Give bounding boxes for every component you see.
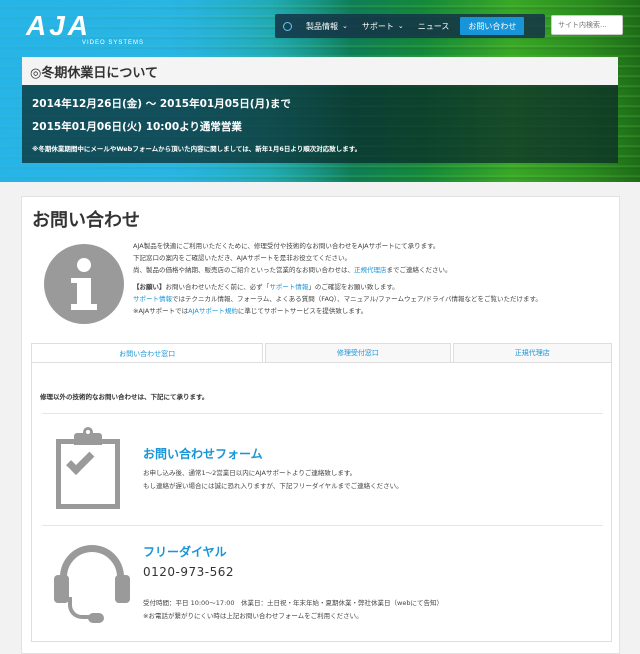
tab-contact-desk[interactable]: お問い合わせ窓口: [31, 343, 264, 363]
tab-repair-desk[interactable]: 修理受付窓口: [265, 343, 451, 363]
logo-text: AJA: [26, 10, 92, 41]
chevron-down-icon: ⌄: [397, 22, 404, 30]
aja-logo[interactable]: AJA VIDEO SYSTEMS: [26, 10, 146, 47]
notice-note: ※冬期休業期間中にメールやWebフォームから頂いた内容に関しましては、新年1月6…: [32, 145, 362, 153]
free-dial-desc: 受付時間：平日 10:00～17:00 休業日：土日祝・年末年始・夏期休業・弊社…: [143, 597, 443, 623]
free-dial-title: フリーダイヤル: [143, 545, 227, 559]
info-icon: [44, 244, 124, 324]
intro-line: サポート情報ではテクニカル情報、フォーラム、よくある質問（FAQ）、マニュアル/…: [133, 293, 613, 305]
page-title: お問い合わせ: [32, 210, 140, 231]
chevron-down-icon: ⌄: [342, 22, 348, 30]
notice-title: ◎冬期休業日について: [30, 65, 158, 81]
intro-line: ※AJAサポートではAJAサポート規約に準じてサポートサービスを提供致します。: [133, 305, 613, 317]
intro-fragment: ※AJAサポートでは: [133, 307, 189, 315]
intro-fragment: お問い合わせいただく前に、必ず「: [165, 283, 270, 291]
nav-item-label: サポート: [361, 21, 394, 31]
site-search-input[interactable]: [551, 15, 623, 35]
nav-item-label: ニュース: [417, 21, 450, 31]
intro-line: AJA製品を快適にご利用いただくために、修理受付や技術的なお問い合わせをAJAサ…: [133, 242, 440, 250]
divider: [42, 525, 603, 526]
tab-dealers[interactable]: 正規代理店: [452, 343, 612, 363]
support-info-link[interactable]: サポート情報: [133, 295, 172, 303]
panel-lead: 修理以外の技術的なお問い合わせは、下記にて承ります。: [40, 393, 209, 401]
holiday-notice: ◎冬期休業日について 2014年12月26日(金) ～ 2015年01月05日(…: [22, 57, 618, 163]
notice-period: 2014年12月26日(金) ～ 2015年01月05日(月)まで: [32, 98, 291, 110]
nav-item-products[interactable]: 製品情報 ⌄: [299, 14, 355, 38]
phone-number[interactable]: 0120-973-562: [143, 565, 234, 579]
request-label: 【お願い】: [133, 283, 166, 291]
desc-line: もし連絡が遅い場合には誠に恐れ入りますが、下記フリーダイヤルまでご連絡ください。: [143, 482, 403, 490]
contact-tabs: お問い合わせ窓口 修理受付窓口 正規代理店: [31, 343, 612, 363]
contact-form-link[interactable]: お問い合わせフォーム: [143, 445, 263, 462]
nav-item-label: 製品情報: [306, 21, 338, 31]
clipboard-check-icon: [52, 427, 124, 511]
divider: [42, 413, 603, 414]
headset-icon: [54, 545, 130, 629]
desc-line: お申し込み後、通常1～2営業日以内にAJAサポートよりご連絡致します。: [143, 469, 357, 477]
notice-title-bar: ◎冬期休業日について: [22, 57, 618, 85]
support-info-link[interactable]: サポート情報: [269, 283, 308, 291]
notice-resume: 2015年01月06日(火) 10:00より通常営業: [32, 121, 242, 133]
intro-fragment: に準じてサポートサービスを提供致します。: [237, 307, 368, 315]
nav-contact-button[interactable]: お問い合わせ: [460, 17, 525, 35]
main-nav: 製品情報 ⌄ サポート ⌄ ニュース お問い合わせ: [275, 14, 545, 38]
contact-form-desc: お申し込み後、通常1～2営業日以内にAJAサポートよりご連絡致します。 もし連絡…: [143, 467, 403, 493]
contact-card: お問い合わせ AJA製品を快適にご利用いただくために、修理受付や技術的なお問い合…: [21, 196, 620, 654]
support-terms-link[interactable]: AJAサポート規約: [188, 307, 238, 315]
dealer-link[interactable]: 正規代理店: [354, 266, 387, 274]
logo-subtitle: VIDEO SYSTEMS: [82, 40, 145, 46]
nav-item-news[interactable]: ニュース: [411, 14, 457, 38]
desc-line: ※お電話が繋がりにくい時は上記お問い合わせフォームをご利用ください。: [143, 612, 363, 620]
nav-item-support[interactable]: サポート ⌄: [355, 14, 411, 38]
intro-line: 【お願い】お問い合わせいただく前に、必ず「サポート情報」のご確認をお願い致します…: [133, 281, 613, 293]
intro-fragment: 尚、製品の価格や納期、販売店のご紹介といった営業的なお問い合わせは、: [133, 266, 354, 274]
intro-fragment: までご連絡ください。: [386, 266, 452, 274]
desc-line: 受付時間：平日 10:00～17:00 休業日：土日祝・年末年始・夏期休業・弊社…: [143, 599, 443, 607]
intro-text: AJA製品を快適にご利用いただくために、修理受付や技術的なお問い合わせをAJAサ…: [133, 240, 613, 317]
tab-panel: 修理以外の技術的なお問い合わせは、下記にて承ります。 お問い合わせフォーム お申…: [31, 362, 612, 642]
home-icon[interactable]: [275, 14, 299, 38]
intro-line: 下記窓口の案内をご確認いただき、AJAサポートを是非お役立てください。: [133, 254, 352, 262]
intro-line: 尚、製品の価格や納期、販売店のご紹介といった営業的なお問い合わせは、正規代理店ま…: [133, 264, 613, 276]
intro-fragment: 」のご確認をお願い致します。: [308, 283, 399, 291]
intro-fragment: ではテクニカル情報、フォーラム、よくある質問（FAQ）、マニュアル/ファームウェ…: [172, 295, 542, 303]
